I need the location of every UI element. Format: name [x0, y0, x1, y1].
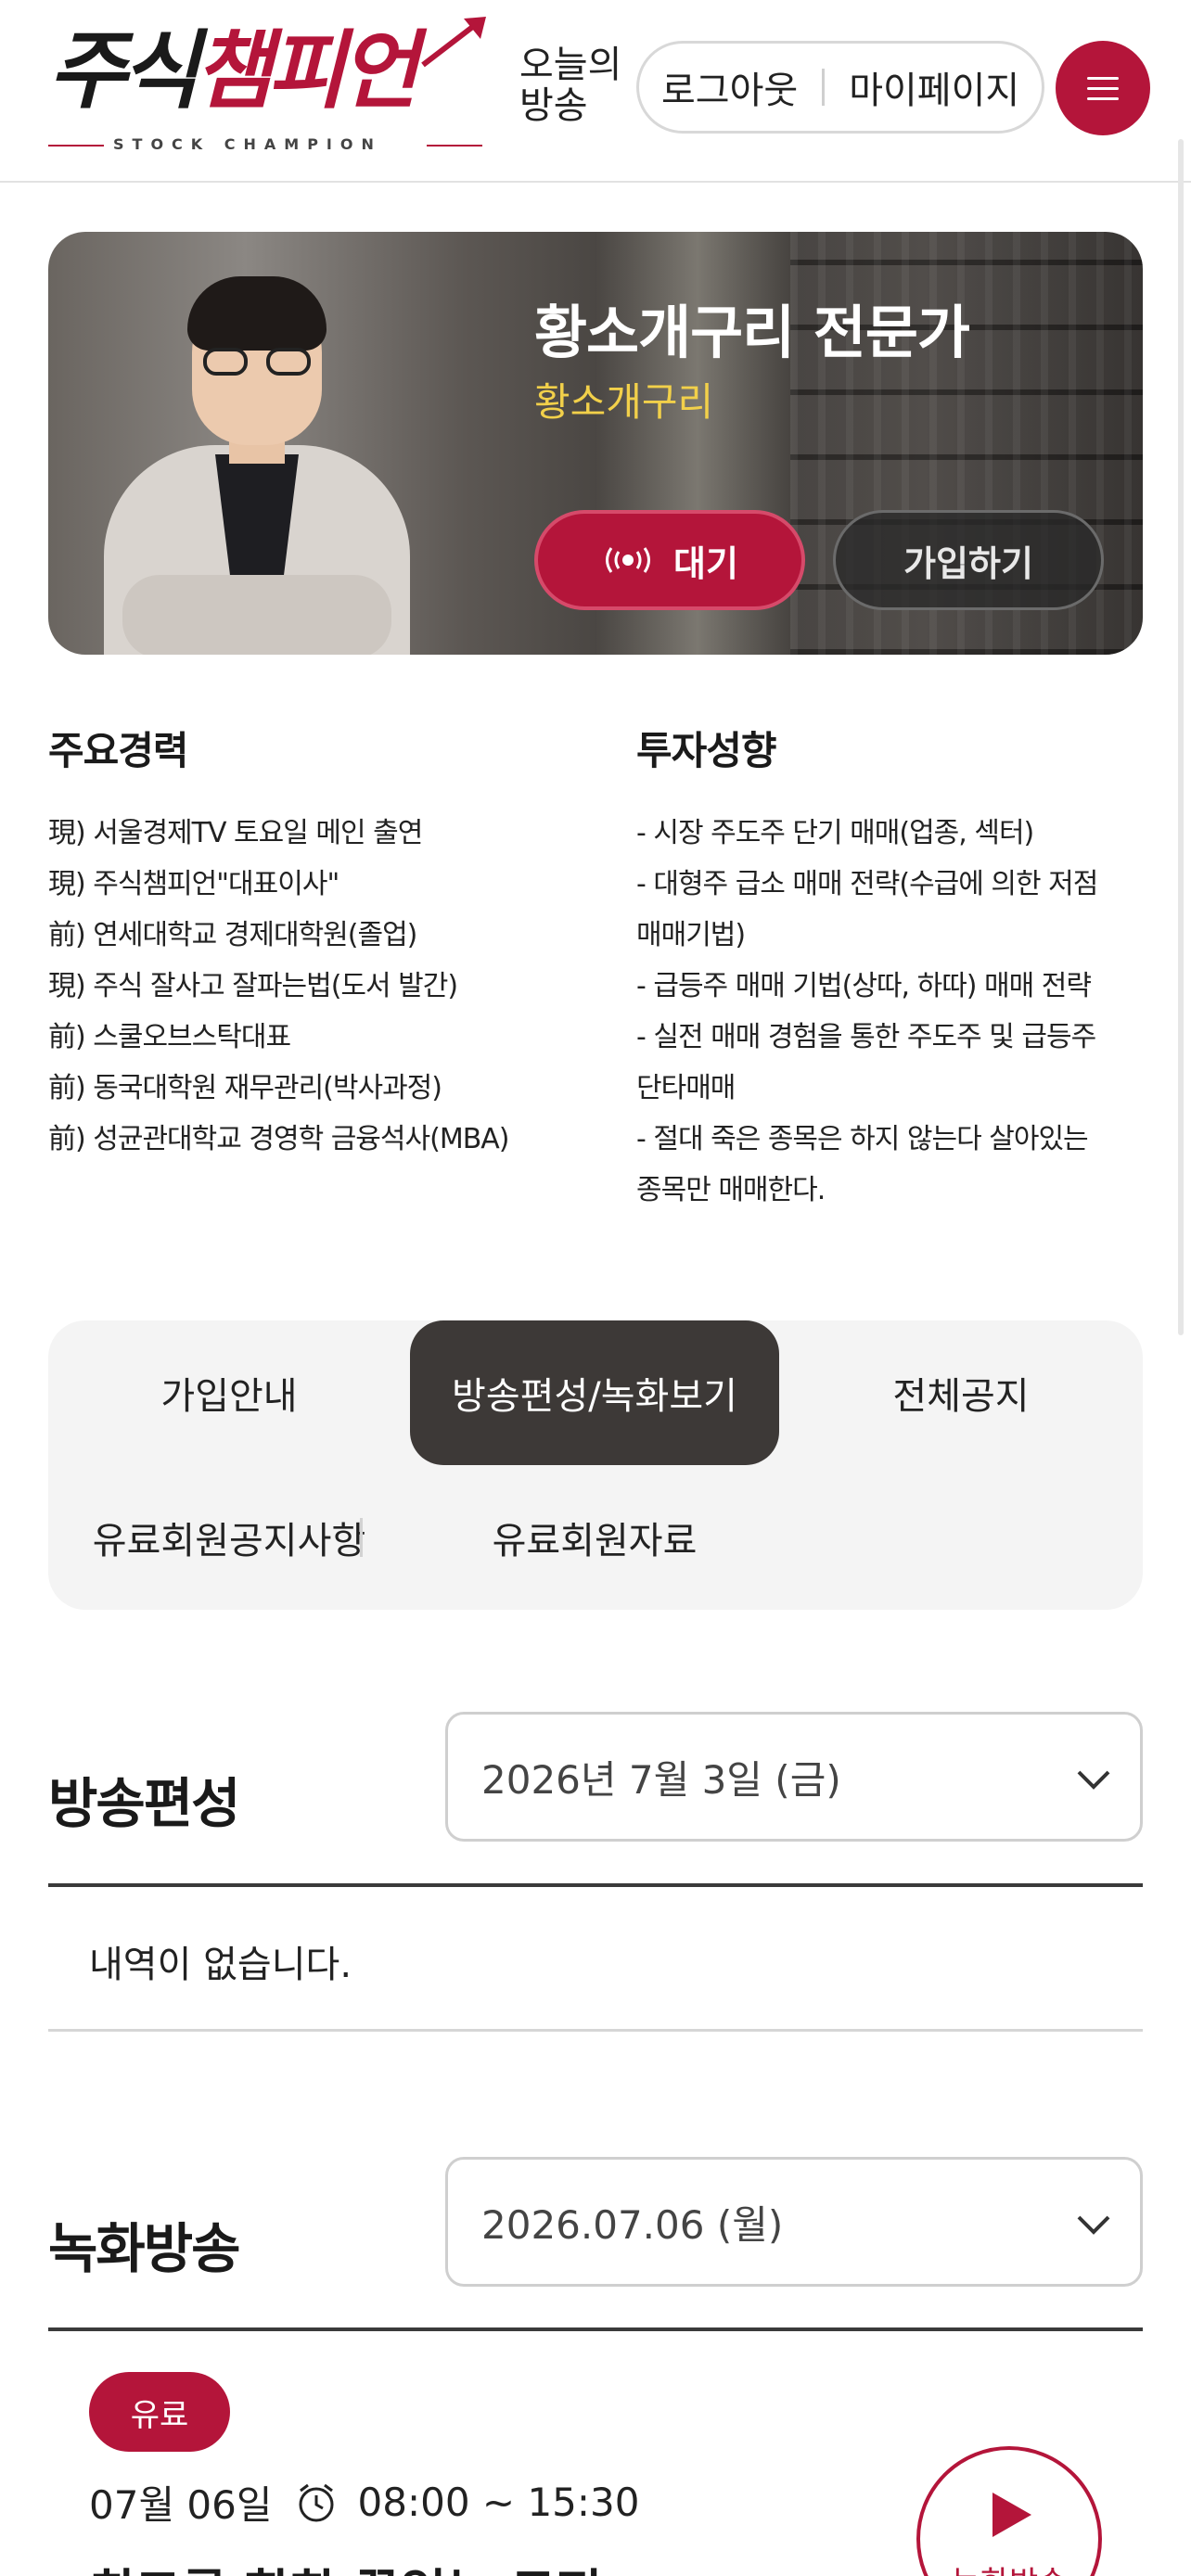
scrollbar[interactable] [1178, 139, 1184, 1335]
broadcast-icon [606, 547, 651, 573]
chevron-down-icon [1077, 1770, 1110, 1790]
expert-photo [85, 269, 429, 655]
clock-icon [299, 2483, 334, 2521]
logo-arrow-icon [421, 17, 486, 68]
style-line: 매매기법) [636, 919, 746, 951]
style-line: - 시장 주도주 단기 매매(업종, 섹터) [636, 817, 1034, 849]
recording-date-select[interactable]: 2026.07.06 (월) [445, 2157, 1143, 2287]
logo-subtitle: STOCK CHAMPION [113, 135, 382, 153]
hamburger-icon [1087, 76, 1119, 80]
investment-style-section: 투자성향 - 시장 주도주 단기 매매(업종, 섹터) - 대형주 급소 매매 … [636, 720, 1156, 1216]
schedule-divider [48, 1883, 1143, 1887]
tab-schedule-recordings[interactable]: 방송편성/녹화보기 [410, 1320, 779, 1465]
mypage-button[interactable]: 마이페이지 [849, 60, 1019, 114]
tab-member-notices[interactable]: 유료회원공지사항 [48, 1465, 410, 1610]
site-header: 주식챔피언 STOCK CHAMPION 오늘의 방송 로그아웃 마이페이지 [0, 0, 1191, 183]
career-item: 前) 스쿨오브스탁대표 [48, 1021, 291, 1053]
career-item: 現) 서울경제TV 토요일 메인 출연 [48, 817, 423, 849]
play-icon [992, 2493, 1031, 2537]
career-item: 前) 성균관대학교 경영학 금융석사(MBA) [48, 1123, 510, 1155]
recording-date-value: 2026.07.06 (월) [481, 2201, 784, 2248]
recording-date: 07월 06일 [89, 2482, 273, 2528]
career-list: 現) 서울경제TV 토요일 메인 출연 現) 주식챔피언"대표이사" 前) 연세… [48, 808, 605, 1165]
style-line: - 실전 매매 경험을 통한 주도주 및 급등주 [636, 1021, 1096, 1053]
career-item: 現) 주식챔피언"대표이사" [48, 868, 339, 900]
schedule-title: 방송편성 [48, 1772, 240, 1835]
tab-member-data[interactable]: 유료회원자료 [410, 1465, 779, 1610]
style-line: - 절대 죽은 종목은 하지 않는다 살아있는 [636, 1123, 1089, 1155]
today-broadcast-link[interactable]: 오늘의 방송 [519, 45, 631, 126]
career-item: 前) 연세대학교 경제대학원(졸업) [48, 919, 417, 951]
recording-title: 녹화방송 [48, 2217, 240, 2280]
join-button-label: 가입하기 [903, 542, 1033, 584]
style-line: 단타매매 [636, 1072, 736, 1104]
recording-item-title[interactable]: 최고를 향한 끝없는 도전 [89, 2552, 602, 2576]
career-section: 주요경력 現) 서울경제TV 토요일 메인 출연 現) 주식챔피언"대표이사" … [48, 720, 605, 1165]
menu-button[interactable] [1056, 41, 1150, 135]
schedule-date-value: 2026년 7월 3일 (금) [481, 1756, 841, 1803]
recording-time: 08:00 ~ 15:30 [357, 2480, 640, 2525]
logout-button[interactable]: 로그아웃 [661, 60, 798, 114]
career-heading: 주요경력 [48, 728, 189, 773]
site-logo[interactable]: 주식챔피언 STOCK CHAMPION [48, 13, 493, 153]
career-item: 現) 주식 잘사고 잘파는법(도서 발간) [48, 970, 458, 1002]
expert-name: 황소개구리 [534, 379, 714, 425]
content-tabs: 가입안내 방송편성/녹화보기 전체공지 유료회원공지사항 유료회원자료 [48, 1320, 1143, 1610]
auth-menu: 로그아웃 마이페이지 [636, 41, 1044, 134]
schedule-bottom-divider [48, 2029, 1143, 2032]
recording-meta: 07월 06일 08:00 ~ 15:30 [89, 2474, 640, 2531]
tab-divider [360, 1518, 363, 1557]
style-line: - 대형주 급소 매매 전략(수급에 의한 저점 [636, 868, 1098, 900]
investment-style-list: - 시장 주도주 단기 매매(업종, 섹터) - 대형주 급소 매매 전략(수급… [636, 808, 1156, 1216]
recording-divider [48, 2327, 1143, 2331]
play-recording-label: 녹화방송 [920, 2557, 1098, 2576]
logo-text-dark: 주식 [48, 21, 199, 121]
schedule-empty-message: 내역이 없습니다. [89, 1944, 352, 1986]
join-button[interactable]: 가입하기 [833, 510, 1104, 610]
tab-join-info[interactable]: 가입안내 [48, 1320, 410, 1465]
schedule-date-select[interactable]: 2026년 7월 3일 (금) [445, 1712, 1143, 1842]
tab-all-notices[interactable]: 전체공지 [779, 1320, 1143, 1465]
paid-badge: 유료 [89, 2372, 230, 2452]
logo-wordmark: 주식챔피언 [48, 20, 418, 122]
expert-banner: 황소개구리 전문가 황소개구리 대기 가입하기 [48, 232, 1143, 655]
style-line: - 급등주 매매 기법(상따, 하따) 매매 전략 [636, 970, 1092, 1002]
logo-text-red: 챔피언 [194, 21, 418, 121]
career-item: 前) 동국대학원 재무관리(박사과정) [48, 1072, 442, 1104]
auth-divider [822, 69, 826, 106]
chevron-down-icon [1077, 2215, 1110, 2235]
live-status-label: 대기 [673, 542, 738, 584]
investment-style-heading: 투자성향 [636, 728, 777, 773]
play-recording-button[interactable]: 녹화방송 [916, 2446, 1102, 2576]
live-status-button[interactable]: 대기 [534, 510, 805, 610]
expert-title: 황소개구리 전문가 [534, 299, 970, 366]
style-line: 종목만 매매한다. [636, 1174, 826, 1206]
